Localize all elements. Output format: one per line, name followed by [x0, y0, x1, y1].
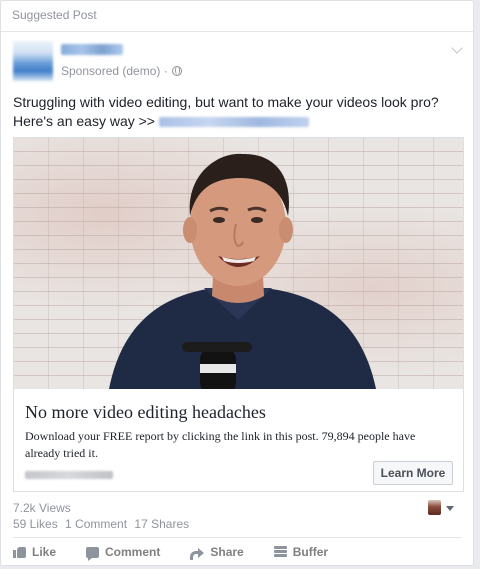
share-icon: [190, 547, 205, 560]
ad-headline[interactable]: No more video editing headaches: [25, 402, 266, 423]
comments-count[interactable]: 1 Comment: [65, 517, 127, 531]
presenter-image: [109, 153, 376, 389]
video-thumbnail[interactable]: [14, 138, 463, 389]
page-avatar[interactable]: [13, 41, 53, 81]
buffer-button[interactable]: Buffer: [273, 545, 329, 559]
suggested-post-label: Suggested Post: [12, 8, 97, 22]
buffer-label: Buffer: [292, 545, 329, 559]
learn-more-button[interactable]: Learn More: [373, 461, 453, 485]
action-bar: Like Comment Share Buffer: [13, 543, 358, 561]
engagement-stats: 59 Likes 1 Comment 17 Shares: [13, 517, 193, 531]
share-button[interactable]: Share: [190, 545, 244, 560]
view-count[interactable]: 7.2k Views: [13, 501, 71, 515]
like-label: Like: [32, 545, 57, 559]
header-divider: [1, 31, 473, 32]
viewer-avatar[interactable]: [428, 500, 441, 515]
sponsored-label: Sponsored (demo) ·: [61, 64, 168, 78]
buffer-icon: [273, 546, 287, 558]
page-name-blurred[interactable]: [61, 44, 123, 55]
globe-icon: [171, 66, 182, 76]
chevron-down-icon[interactable]: [451, 42, 463, 54]
comment-button[interactable]: Comment: [86, 545, 161, 561]
sponsored-line: Sponsored (demo) ·: [61, 64, 182, 78]
ad-description: Download your FREE report by clicking th…: [25, 429, 416, 460]
ad-attachment[interactable]: No more video editing headaches Download…: [13, 137, 464, 492]
ad-domain-blurred: [25, 471, 113, 479]
suggested-post-card: Suggested Post Sponsored (demo) · Strugg…: [0, 0, 474, 566]
like-button[interactable]: Like: [13, 545, 56, 559]
caret-down-icon[interactable]: [446, 506, 454, 511]
post-link-blurred[interactable]: [158, 117, 309, 128]
likes-count[interactable]: 59 Likes: [13, 517, 58, 531]
like-icon: [13, 546, 26, 558]
actions-divider: [13, 537, 461, 538]
post-text: Struggling with video editing, but want …: [13, 93, 467, 131]
shares-count[interactable]: 17 Shares: [134, 517, 189, 531]
share-label: Share: [210, 545, 244, 559]
comment-icon: [86, 546, 100, 561]
comment-label: Comment: [105, 545, 161, 559]
